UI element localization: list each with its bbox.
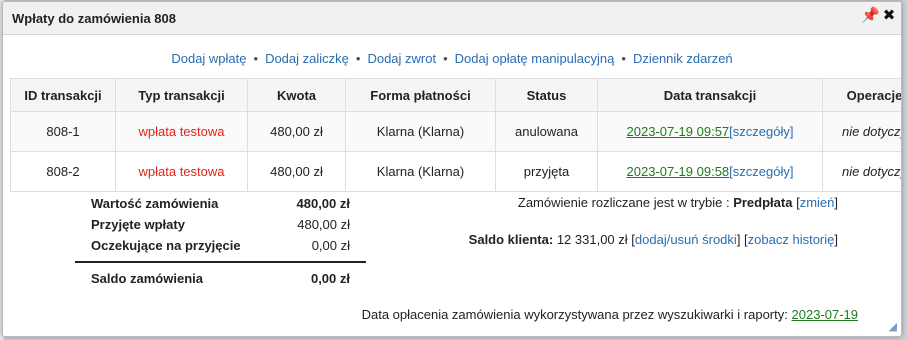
client-balance-value: 12 331,00 zł: [556, 232, 628, 247]
action-links: Dodaj wpłatę • Dodaj zaliczkę • Dodaj zwrot •…: [3, 51, 901, 67]
cell-amount: 480,00 zł: [247, 111, 346, 152]
transactions-table: ID transakcji Typ transakcji Kwota Forma…: [10, 78, 901, 192]
payment-date-text: Data opłacenia zamówienia wykorzystywana…: [361, 307, 788, 322]
header-method: Forma płatności: [345, 78, 496, 112]
balance-label: Saldo zamówienia: [91, 271, 203, 286]
details-link[interactable]: [szczegóły]: [729, 164, 793, 179]
cell-amount: 480,00 zł: [247, 151, 346, 192]
cell-operations: nie dotyczy: [822, 111, 901, 152]
cell-type: wpłata testowa: [115, 111, 248, 152]
table-header-row: ID transakcji Typ transakcji Kwota Forma…: [10, 78, 901, 112]
separator-dot: •: [253, 51, 259, 66]
table-row: 808-2 wpłata testowa 480,00 zł Klarna (K…: [10, 151, 901, 192]
pin-icon[interactable]: 📌: [861, 8, 880, 24]
view-history-link[interactable]: zobacz historię: [748, 232, 835, 247]
cell-date: 2023-07-19 09:58[szczegóły]: [597, 151, 823, 192]
order-value: 480,00 zł: [296, 196, 351, 211]
header-id: ID transakcji: [10, 78, 116, 112]
summary-row-accepted: Przyjęte wpłaty 480,00 zł: [75, 215, 366, 236]
pending-value: 0,00 zł: [311, 238, 350, 253]
cell-id: 808-2: [10, 151, 116, 192]
pending-label: Oczekujące na przyjęcie: [91, 238, 241, 253]
accepted-label: Przyjęte wpłaty: [91, 217, 185, 232]
summary-row-pending: Oczekujące na przyjęcie 0,00 zł: [75, 236, 366, 257]
separator-dot: •: [621, 51, 626, 66]
add-payment-link[interactable]: Dodaj wpłatę: [171, 51, 246, 66]
cell-operations: nie dotyczy: [822, 151, 901, 192]
transaction-date-link[interactable]: 2023-07-19 09:58: [627, 164, 730, 179]
add-remove-funds-link[interactable]: dodaj/usuń środki: [635, 232, 737, 247]
separator-dot: •: [355, 51, 361, 66]
header-type: Typ transakcji: [115, 78, 248, 112]
payment-date-link[interactable]: 2023-07-19: [792, 307, 859, 322]
settlement-mode-value: Predpłata: [733, 195, 793, 210]
summary-row-balance: Saldo zamówienia 0,00 zł: [75, 269, 366, 290]
settlement-text: Zamówienie rozliczane jest w trybie :: [517, 195, 734, 210]
payments-dialog: Wpłaty do zamówienia 808 📌 ✖ Dodaj wpłat…: [2, 1, 902, 337]
cell-status: przyjęta: [495, 151, 598, 192]
add-advance-link[interactable]: Dodaj zaliczkę: [265, 51, 349, 66]
summary-row-order-value: Wartość zamówienia 480,00 zł: [75, 194, 366, 215]
close-icon[interactable]: ✖: [881, 8, 897, 24]
change-mode-link[interactable]: zmień: [800, 195, 835, 210]
accepted-value: 480,00 zł: [297, 217, 350, 232]
transaction-date-link[interactable]: 2023-07-19 09:57: [627, 124, 730, 139]
settlement-mode: Zamówienie rozliczane jest w trybie : Pr…: [517, 195, 838, 210]
header-operations: Operacje: [822, 78, 901, 112]
payment-date-footer: Data opłacenia zamówienia wykorzystywana…: [362, 307, 858, 322]
header-date: Data transakcji: [597, 78, 823, 112]
cell-method: Klarna (Klarna): [345, 111, 496, 152]
add-handling-fee-link[interactable]: Dodaj opłatę manipulacyjną: [455, 51, 615, 66]
header-status: Status: [495, 78, 598, 112]
event-log-link[interactable]: Dziennik zdarzeń: [633, 51, 733, 66]
add-refund-link[interactable]: Dodaj zwrot: [367, 51, 436, 66]
cell-method: Klarna (Klarna): [345, 151, 496, 192]
order-summary: Wartość zamówienia 480,00 zł Przyjęte wp…: [75, 194, 366, 290]
order-value-label: Wartość zamówienia: [91, 196, 219, 211]
dialog-title: Wpłaty do zamówienia 808: [12, 11, 176, 26]
cell-id: 808-1: [10, 111, 116, 152]
details-link[interactable]: [szczegóły]: [729, 124, 793, 139]
resize-handle-icon[interactable]: ◢: [889, 320, 897, 333]
balance-value: 0,00 zł: [310, 271, 350, 286]
summary-divider: [75, 261, 366, 263]
table-row: 808-1 wpłata testowa 480,00 zł Klarna (K…: [10, 111, 901, 152]
separator-dot: •: [443, 51, 448, 66]
cell-status: anulowana: [495, 111, 598, 152]
client-balance: Saldo klienta: 12 331,00 zł [dodaj/usuń …: [468, 232, 838, 247]
dialog-titlebar[interactable]: Wpłaty do zamówienia 808 📌 ✖: [3, 2, 901, 35]
client-balance-label: Saldo klienta:: [468, 232, 554, 247]
cell-date: 2023-07-19 09:57[szczegóły]: [597, 111, 823, 152]
header-amount: Kwota: [247, 78, 346, 112]
cell-type: wpłata testowa: [115, 151, 248, 192]
